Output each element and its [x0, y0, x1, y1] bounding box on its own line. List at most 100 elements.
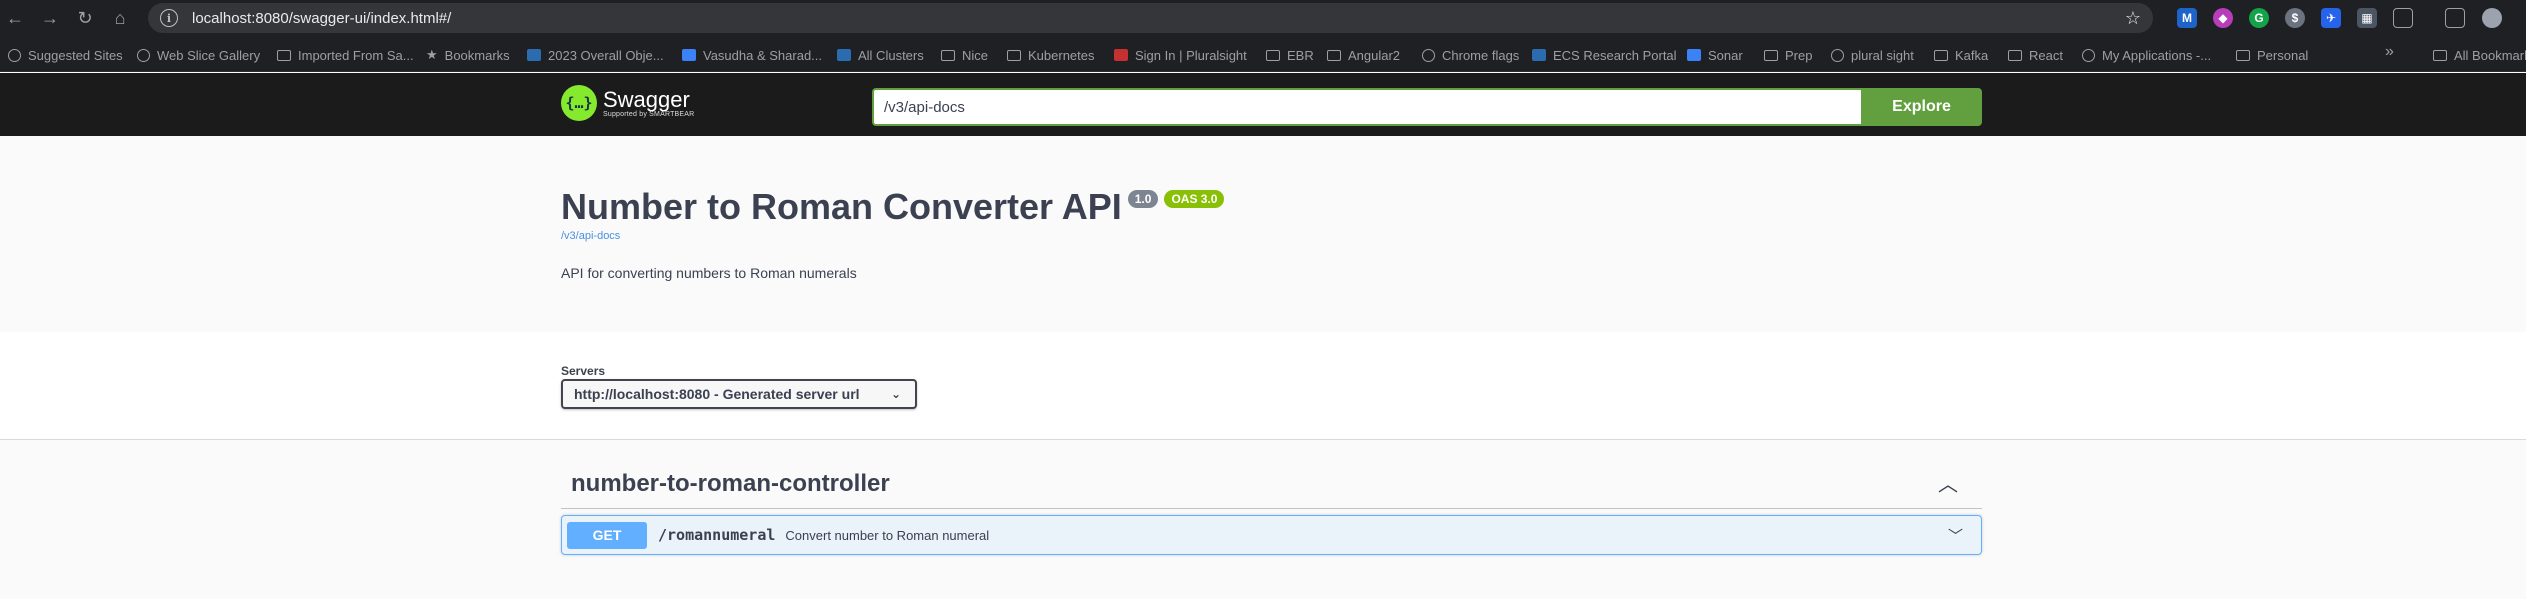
- globe-icon: [1831, 48, 1844, 62]
- bookmark-label: My Applications -...: [2102, 47, 2212, 63]
- bookmark-label: Imported From Sa...: [298, 47, 414, 63]
- folder-icon: [1764, 49, 1778, 61]
- star-icon: ★: [426, 47, 438, 62]
- bookmark-item[interactable]: Suggested Sites: [8, 46, 123, 64]
- bookmark-item[interactable]: EBR: [1266, 46, 1314, 64]
- bookmark-item[interactable]: Kubernetes: [1007, 46, 1095, 64]
- bookmark-item[interactable]: Vasudha & Sharad...: [682, 46, 822, 64]
- forward-icon[interactable]: →: [35, 3, 65, 33]
- servers-select[interactable]: http://localhost:8080 - Generated server…: [561, 379, 917, 409]
- bookmark-label: All Bookmarks: [2454, 47, 2526, 63]
- api-info-section: Number to Roman Converter API 1.0 OAS 3.…: [0, 136, 2526, 332]
- bookmark-label: Personal: [2257, 47, 2309, 63]
- bookmark-item[interactable]: Prep: [1764, 46, 1812, 64]
- operation-path: /romannumeral: [658, 526, 776, 544]
- servers-label: Servers: [561, 364, 606, 378]
- bookmark-item[interactable]: ECS Research Portal: [1532, 46, 1677, 64]
- bookmark-label: 2023 Overall Obje...: [548, 47, 664, 63]
- version-badge: 1.0: [1127, 190, 1159, 208]
- folder-icon: [2433, 49, 2447, 61]
- globe-icon: [137, 48, 150, 62]
- operation-get-romannumeral[interactable]: GET /romannumeral Convert number to Roma…: [561, 515, 1982, 555]
- bookmark-favicon: [837, 49, 851, 61]
- bookmark-item[interactable]: Angular2: [1327, 46, 1400, 64]
- bookmark-label: Kafka: [1955, 47, 1989, 63]
- bookmark-star-icon[interactable]: ☆: [2125, 8, 2141, 29]
- bookmark-favicon: [527, 49, 541, 61]
- bookmark-label: Angular2: [1348, 47, 1401, 63]
- globe-icon: [2082, 48, 2095, 62]
- bookmark-item[interactable]: Nice: [941, 46, 988, 64]
- folder-icon: [1007, 49, 1021, 61]
- api-title: Number to Roman Converter API: [561, 186, 1122, 227]
- bookmark-item[interactable]: Web Slice Gallery: [137, 46, 260, 64]
- bookmark-item[interactable]: Sonar: [1687, 46, 1743, 64]
- servers-selected-value: http://localhost:8080 - Generated server…: [574, 386, 860, 402]
- pluralsight-icon: [1114, 49, 1128, 61]
- folder-icon: [2008, 49, 2022, 61]
- bookmark-item[interactable]: Sign In | Pluralsight: [1114, 46, 1247, 64]
- bookmark-label: Sonar: [1708, 47, 1743, 63]
- bookmark-label: Sign In | Pluralsight: [1135, 47, 1247, 63]
- chevron-down-icon: ⌄: [890, 387, 901, 401]
- bookmark-item[interactable]: Imported From Sa...: [277, 46, 414, 64]
- bookmark-label: plural sight: [1851, 47, 1914, 63]
- globe-icon: [8, 48, 21, 62]
- bookmark-label: React: [2029, 47, 2063, 63]
- bookmark-label: Suggested Sites: [28, 47, 123, 63]
- home-icon[interactable]: ⌂: [105, 3, 135, 33]
- bookmark-item[interactable]: All Clusters: [837, 46, 924, 64]
- bookmark-favicon: [1532, 49, 1546, 61]
- profile-avatar[interactable]: [2482, 8, 2502, 28]
- bookmark-label: EBR: [1287, 47, 1314, 63]
- bookmark-favicon: [682, 49, 696, 61]
- bookmark-label: Web Slice Gallery: [157, 47, 261, 63]
- site-info-icon[interactable]: i: [160, 9, 178, 27]
- extension-grid-icon[interactable]: ▦: [2357, 8, 2377, 28]
- oas-badge: OAS 3.0: [1164, 190, 1225, 208]
- bookmark-item[interactable]: Kafka: [1934, 46, 1988, 64]
- bookmark-item[interactable]: ★ Bookmarks: [426, 46, 510, 64]
- bookmark-label: All Clusters: [858, 47, 924, 63]
- tag-header[interactable]: number-to-roman-controller ︿: [561, 458, 1982, 509]
- address-bar-url[interactable]: localhost:8080/swagger-ui/index.html#/: [192, 10, 451, 27]
- tag-name: number-to-roman-controller: [571, 470, 890, 497]
- bookmark-label: Bookmarks: [444, 47, 510, 63]
- swagger-topbar: {…} Swagger Supported by SMARTBEAR /v3/a…: [0, 73, 2526, 136]
- flask-icon: [1422, 48, 1435, 62]
- chevron-down-icon[interactable]: ﹀: [1948, 525, 1963, 546]
- extension-purple-icon[interactable]: ◆: [2213, 8, 2233, 28]
- extension-s-icon[interactable]: $: [2285, 8, 2305, 28]
- bookmark-label: Vasudha & Sharad...: [703, 47, 823, 63]
- bookmark-item[interactable]: Chrome flags: [1422, 46, 1519, 64]
- explore-button[interactable]: Explore: [1861, 88, 1982, 126]
- sonar-icon: [1687, 49, 1701, 61]
- chevron-up-icon[interactable]: ︿: [1938, 468, 1958, 497]
- bookmark-item[interactable]: plural sight: [1831, 46, 1914, 64]
- all-bookmarks-item[interactable]: All Bookmarks: [2433, 46, 2526, 64]
- bookmarks-bar: Suggested Sites Web Slice Gallery Import…: [0, 36, 2526, 72]
- bookmark-item[interactable]: React: [2008, 46, 2063, 64]
- bookmark-label: Prep: [1785, 47, 1813, 63]
- bookmarks-overflow-icon[interactable]: »: [2385, 43, 2394, 61]
- extensions-puzzle-icon[interactable]: [2393, 8, 2413, 28]
- back-icon[interactable]: ←: [0, 3, 30, 33]
- folder-icon: [1266, 49, 1280, 61]
- spec-link[interactable]: /v3/api-docs: [561, 230, 620, 242]
- bookmark-item[interactable]: My Applications -...: [2082, 46, 2211, 64]
- browser-toolbar: ← → ↻ ⌂ i localhost:8080/swagger-ui/inde…: [0, 0, 2526, 36]
- grammarly-icon[interactable]: G: [2249, 8, 2269, 28]
- operation-summary: Convert number to Roman numeral: [785, 527, 990, 543]
- swagger-logo[interactable]: {…} Swagger Supported by SMARTBEAR: [561, 85, 694, 121]
- logo-subtitle: Supported by SMARTBEAR: [603, 110, 695, 118]
- extension-blue-icon[interactable]: ✈: [2321, 8, 2341, 28]
- bookmark-item[interactable]: Personal: [2236, 46, 2308, 64]
- address-bar[interactable]: i localhost:8080/swagger-ui/index.html#/…: [148, 3, 2153, 33]
- logo-name: Swagger: [603, 86, 690, 112]
- reload-icon[interactable]: ↻: [70, 3, 100, 33]
- cast-icon[interactable]: [2445, 8, 2465, 28]
- extension-m-icon[interactable]: M: [2177, 8, 2197, 28]
- method-badge: GET: [567, 521, 647, 549]
- bookmark-item[interactable]: 2023 Overall Obje...: [527, 46, 664, 64]
- spec-url-input[interactable]: /v3/api-docs: [872, 88, 1861, 126]
